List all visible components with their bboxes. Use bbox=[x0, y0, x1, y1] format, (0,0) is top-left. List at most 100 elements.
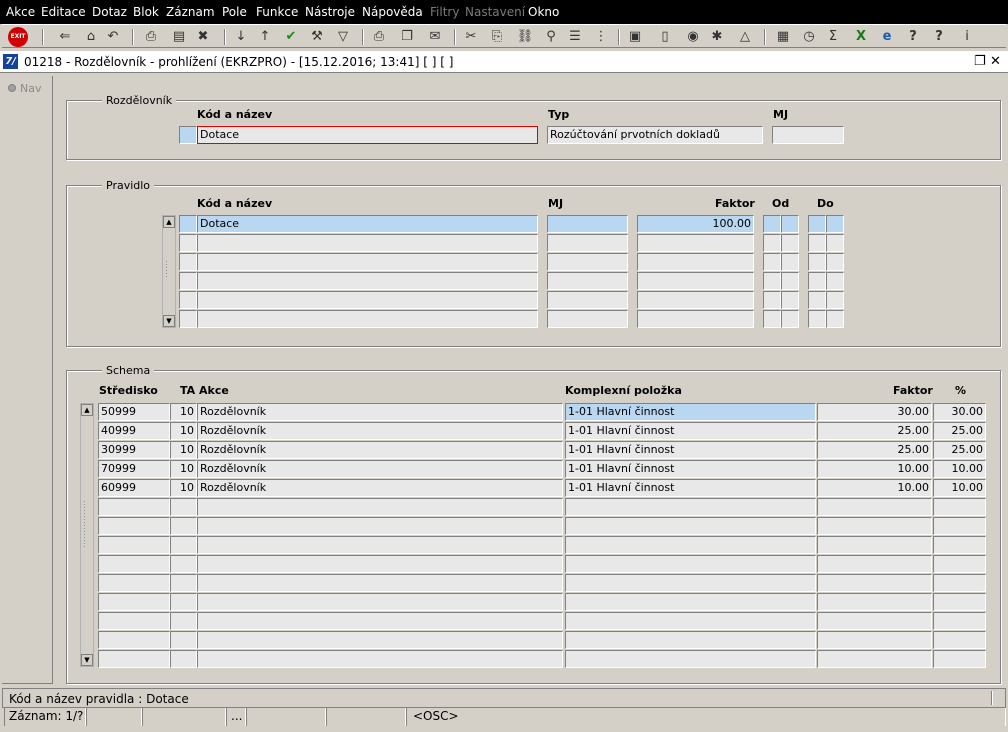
schema-stredisko-cell[interactable] bbox=[98, 650, 170, 668]
schema-faktor-cell[interactable]: 10.00 bbox=[817, 460, 932, 478]
pravidlo-do-cell-b[interactable] bbox=[826, 253, 844, 271]
schema-akce-cell[interactable] bbox=[197, 555, 563, 573]
schema-faktor-cell[interactable]: 10.00 bbox=[817, 479, 932, 497]
pravidlo-do-cell-a[interactable] bbox=[808, 310, 826, 328]
schema-komplex-cell[interactable] bbox=[565, 593, 816, 611]
schema-pct-cell[interactable]: 10.00 bbox=[933, 460, 986, 478]
pravidlo-do-cell-b[interactable] bbox=[826, 272, 844, 290]
schema-ta-cell[interactable] bbox=[170, 536, 197, 554]
pravidlo-faktor-cell[interactable] bbox=[637, 234, 754, 252]
schema-faktor-cell[interactable] bbox=[817, 650, 932, 668]
pravidlo-kod-cell[interactable] bbox=[197, 272, 538, 290]
schema-ta-cell[interactable]: 10 bbox=[170, 479, 197, 497]
settings-icon[interactable]: ✱ bbox=[708, 28, 726, 46]
schema-komplex-cell[interactable]: 1-01 Hlavní činnost bbox=[565, 460, 816, 478]
pravidlo-mj-cell[interactable] bbox=[547, 234, 628, 252]
schema-faktor-cell[interactable] bbox=[817, 631, 932, 649]
schema-komplex-cell[interactable] bbox=[565, 631, 816, 649]
row-indicator[interactable] bbox=[179, 215, 197, 233]
schema-akce-cell[interactable]: Rozdělovník bbox=[197, 479, 563, 497]
schema-akce-cell[interactable] bbox=[197, 536, 563, 554]
schema-komplex-cell[interactable] bbox=[565, 555, 816, 573]
schema-akce-cell[interactable] bbox=[197, 593, 563, 611]
schema-akce-cell[interactable] bbox=[197, 574, 563, 592]
schema-pct-cell[interactable] bbox=[933, 574, 986, 592]
schema-pct-cell[interactable] bbox=[933, 631, 986, 649]
schema-akce-cell[interactable]: Rozdělovník bbox=[197, 403, 563, 421]
scroll-down-icon[interactable]: ▼ bbox=[81, 654, 93, 666]
schema-stredisko-cell[interactable]: 40999 bbox=[98, 422, 170, 440]
schema-ta-cell[interactable]: 10 bbox=[170, 460, 197, 478]
menu-item-4[interactable]: Záznam bbox=[166, 5, 215, 19]
schema-stredisko-cell[interactable] bbox=[98, 498, 170, 516]
menu-item-9[interactable]: Filtry bbox=[430, 5, 459, 19]
menu-item-11[interactable]: Okno bbox=[528, 5, 559, 19]
excel-icon[interactable]: X bbox=[852, 28, 870, 46]
schema-faktor-cell[interactable] bbox=[817, 517, 932, 535]
pravidlo-kod-cell[interactable] bbox=[197, 291, 538, 309]
schema-stredisko-cell[interactable] bbox=[98, 612, 170, 630]
schema-ta-cell[interactable] bbox=[170, 555, 197, 573]
menu-item-0[interactable]: Akce bbox=[6, 5, 35, 19]
schema-faktor-cell[interactable] bbox=[817, 555, 932, 573]
schema-komplex-cell[interactable] bbox=[565, 612, 816, 630]
schema-komplex-cell[interactable] bbox=[565, 650, 816, 668]
schema-faktor-cell[interactable] bbox=[817, 612, 932, 630]
pravidlo-kod-cell[interactable]: Dotace bbox=[197, 215, 538, 233]
schema-ta-cell[interactable]: 10 bbox=[170, 441, 197, 459]
schema-ta-cell[interactable] bbox=[170, 612, 197, 630]
scroll-grip-icon[interactable]: ::: bbox=[165, 259, 168, 279]
pravidlo-kod-cell[interactable] bbox=[197, 310, 538, 328]
schema-faktor-cell[interactable]: 25.00 bbox=[817, 422, 932, 440]
pravidlo-do-cell-b[interactable] bbox=[826, 215, 844, 233]
pravidlo-mj-cell[interactable] bbox=[547, 272, 628, 290]
document-icon[interactable]: ▯ bbox=[656, 28, 674, 46]
schema-faktor-cell[interactable]: 25.00 bbox=[817, 441, 932, 459]
schema-pct-cell[interactable] bbox=[933, 612, 986, 630]
pravidlo-faktor-cell[interactable] bbox=[637, 291, 754, 309]
pravidlo-od-cell-b[interactable] bbox=[781, 310, 799, 328]
globe-icon[interactable]: ◉ bbox=[684, 28, 702, 46]
schema-akce-cell[interactable] bbox=[197, 517, 563, 535]
row-indicator[interactable] bbox=[179, 234, 197, 252]
undo-icon[interactable]: ↶ bbox=[104, 28, 122, 46]
menu-item-1[interactable]: Editace bbox=[41, 5, 86, 19]
schema-komplex-cell[interactable] bbox=[565, 517, 816, 535]
schema-pct-cell[interactable] bbox=[933, 498, 986, 516]
record-indicator[interactable] bbox=[179, 126, 197, 144]
rozdelovnik-typ-field[interactable]: Rozúčtování prvotních dokladů bbox=[547, 126, 763, 144]
schema-stredisko-cell[interactable] bbox=[98, 517, 170, 535]
schema-akce-cell[interactable] bbox=[197, 631, 563, 649]
schema-stredisko-cell[interactable]: 30999 bbox=[98, 441, 170, 459]
pravidlo-od-cell-b[interactable] bbox=[781, 253, 799, 271]
printer-icon[interactable]: ⎙ bbox=[370, 28, 388, 46]
check-icon[interactable]: ✔ bbox=[282, 28, 300, 46]
schema-akce-cell[interactable] bbox=[197, 498, 563, 516]
schema-akce-cell[interactable]: Rozdělovník bbox=[197, 422, 563, 440]
schema-komplex-cell[interactable]: 1-01 Hlavní činnost bbox=[565, 422, 816, 440]
pravidlo-od-cell-a[interactable] bbox=[763, 253, 781, 271]
chart-icon[interactable]: △ bbox=[736, 28, 754, 46]
pravidlo-do-cell-b[interactable] bbox=[826, 310, 844, 328]
schema-pct-cell[interactable] bbox=[933, 536, 986, 554]
pravidlo-do-cell-a[interactable] bbox=[808, 215, 826, 233]
schema-ta-cell[interactable] bbox=[170, 517, 197, 535]
pravidlo-od-cell-b[interactable] bbox=[781, 234, 799, 252]
schema-pct-cell[interactable] bbox=[933, 555, 986, 573]
delete-record-icon[interactable]: ✖ bbox=[194, 28, 212, 46]
row-indicator[interactable] bbox=[179, 310, 197, 328]
copy-icon[interactable]: ❐ bbox=[398, 28, 416, 46]
pravidlo-mj-cell[interactable] bbox=[547, 291, 628, 309]
menu-item-3[interactable]: Blok bbox=[133, 5, 159, 19]
schema-komplex-cell[interactable]: 1-01 Hlavní činnost bbox=[565, 479, 816, 497]
filter-icon[interactable]: ▽ bbox=[334, 28, 352, 46]
schema-stredisko-cell[interactable] bbox=[98, 631, 170, 649]
row-indicator[interactable] bbox=[179, 253, 197, 271]
schema-akce-cell[interactable]: Rozdělovník bbox=[197, 441, 563, 459]
attach-icon[interactable]: ⚲ bbox=[542, 28, 560, 46]
schema-komplex-cell[interactable] bbox=[565, 536, 816, 554]
print-icon[interactable]: ⎙ bbox=[142, 28, 160, 46]
schema-stredisko-cell[interactable] bbox=[98, 555, 170, 573]
pravidlo-od-cell-a[interactable] bbox=[763, 272, 781, 290]
row-indicator[interactable] bbox=[179, 291, 197, 309]
